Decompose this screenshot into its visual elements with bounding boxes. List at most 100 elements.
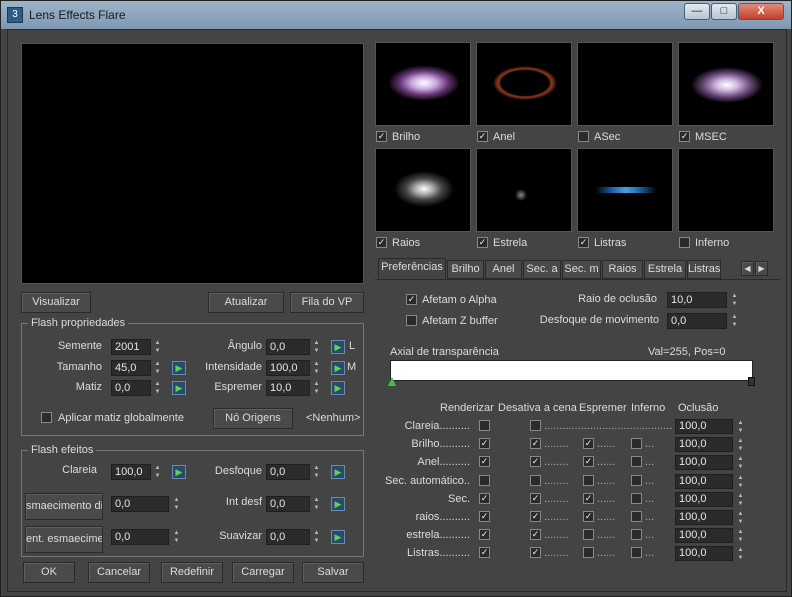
int-desf-input[interactable]: 0,0 <box>266 496 310 512</box>
suavizar-input[interactable]: 0,0 <box>266 529 310 545</box>
renderizar-checkbox[interactable]: ✓ <box>479 438 490 450</box>
inferno-checkbox[interactable] <box>631 438 642 450</box>
thumb-anel[interactable] <box>476 42 572 126</box>
desativa-cena-checkbox[interactable]: ✓ <box>530 547 541 559</box>
cancelar-button[interactable]: Cancelar <box>88 562 150 583</box>
suavizar-map-button[interactable]: ▶ <box>331 530 345 544</box>
matiz-map-button[interactable]: ▶ <box>172 381 186 395</box>
semente-spinner[interactable]: ▲ ▼ <box>153 339 162 355</box>
oclusao-input[interactable]: 100,0 <box>675 546 733 562</box>
desativa-cena-checkbox[interactable]: ✓ <box>530 438 541 450</box>
desativa-cena-checkbox[interactable]: ✓ <box>530 511 541 522</box>
inferno-checkbox[interactable] <box>631 492 642 504</box>
clareia-spinner[interactable]: ▲ ▼ <box>153 464 162 480</box>
desfoque-input[interactable]: 0,0 <box>266 464 310 480</box>
tab-listras[interactable]: Listras <box>687 260 721 279</box>
oclusao-spinner[interactable]: ▲ ▼ <box>736 510 745 526</box>
checkbox-brilho[interactable]: ✓ <box>376 131 387 142</box>
inferno-checkbox[interactable] <box>631 529 642 541</box>
matiz-spinner[interactable]: ▲ ▼ <box>153 380 162 396</box>
thumb-estrela[interactable] <box>476 148 572 232</box>
tab-anel[interactable]: Anel <box>485 260 522 279</box>
tamanho-spinner[interactable]: ▲ ▼ <box>153 360 162 376</box>
espremer-checkbox[interactable] <box>583 547 594 559</box>
checkbox-listras[interactable]: ✓ <box>578 237 589 248</box>
tab-estrela[interactable]: Estrela <box>644 260 686 279</box>
tab-brilho[interactable]: Brilho <box>447 260 484 279</box>
fila-vp-button[interactable]: Fila do VP <box>290 292 364 313</box>
espremer-checkbox[interactable]: ✓ <box>583 438 594 450</box>
checkbox-anel[interactable]: ✓ <box>477 131 488 142</box>
maximize-button[interactable]: □ <box>711 3 737 20</box>
renderizar-checkbox[interactable] <box>479 474 490 486</box>
atualizar-button[interactable]: Atualizar <box>208 292 284 313</box>
redefinir-button[interactable]: Redefinir <box>161 562 223 583</box>
tab-scroll-left-icon[interactable]: ◀ <box>741 261 754 276</box>
espremer-checkbox[interactable] <box>583 529 594 541</box>
renderizar-checkbox[interactable]: ✓ <box>479 456 490 468</box>
desfoque-spinner[interactable]: ▲ ▼ <box>312 464 321 480</box>
oclusao-spinner[interactable]: ▲ ▼ <box>736 546 745 562</box>
checkbox-inferno[interactable] <box>679 237 690 248</box>
angulo-map-button[interactable]: ▶ <box>331 340 345 354</box>
esmaecimento-centro-input[interactable]: 0,0 <box>111 529 169 545</box>
oclusao-spinner[interactable]: ▲ ▼ <box>736 419 745 435</box>
matiz-input[interactable]: 0,0 <box>111 380 151 396</box>
title-bar[interactable]: 3 Lens Effects Flare — □ X <box>1 1 791 29</box>
intensidade-input[interactable]: 100,0 <box>266 360 310 376</box>
salvar-button[interactable]: Salvar <box>302 562 364 583</box>
afetam-alpha-checkbox[interactable]: ✓ <box>406 294 417 305</box>
desfoque-map-button[interactable]: ▶ <box>331 465 345 479</box>
visualizar-button[interactable]: Visualizar <box>21 292 91 313</box>
renderizar-checkbox[interactable]: ✓ <box>479 511 490 522</box>
espremer-checkbox[interactable]: ✓ <box>583 492 594 504</box>
intensidade-map-button[interactable]: ▶ <box>331 361 345 375</box>
inferno-checkbox[interactable] <box>631 474 642 486</box>
tamanho-map-button[interactable]: ▶ <box>172 361 186 375</box>
tab-sec-m[interactable]: Sec. m <box>562 260 601 279</box>
thumb-raios[interactable] <box>375 148 471 232</box>
axial-gradient-bar[interactable] <box>390 360 753 381</box>
inferno-checkbox[interactable] <box>631 456 642 468</box>
oclusao-input[interactable]: 100,0 <box>675 510 733 525</box>
desativa-cena-checkbox[interactable]: ✓ <box>530 492 541 504</box>
esmaecimento-centro-spinner[interactable]: ▲ ▼ <box>172 529 181 545</box>
renderizar-checkbox[interactable] <box>479 420 490 431</box>
intensidade-spinner[interactable]: ▲ ▼ <box>312 360 321 376</box>
inferno-checkbox[interactable] <box>631 547 642 559</box>
esmaecimento-distancia-spinner[interactable]: ▲ ▼ <box>172 496 181 512</box>
espremer-checkbox[interactable]: ✓ <box>583 511 594 522</box>
checkbox-msec[interactable]: ✓ <box>679 131 690 142</box>
tab-sec-a[interactable]: Sec. a <box>523 260 561 279</box>
ok-button[interactable]: OK <box>23 562 75 583</box>
oclusao-input[interactable]: 100,0 <box>675 419 733 434</box>
oclusao-spinner[interactable]: ▲ ▼ <box>736 455 745 471</box>
gradient-end-flag[interactable] <box>748 377 755 386</box>
int-desf-spinner[interactable]: ▲ ▼ <box>312 496 321 512</box>
carregar-button[interactable]: Carregar <box>232 562 294 583</box>
thumb-inferno[interactable] <box>678 148 774 232</box>
tab-scroll-right-icon[interactable]: ▶ <box>755 261 768 276</box>
esmaecimento-distancia-input[interactable]: 0,0 <box>111 496 169 512</box>
aplicar-matiz-checkbox[interactable] <box>41 412 52 423</box>
esmaecimento-centro-button[interactable]: ent. esmaecimen <box>25 526 103 553</box>
oclusao-spinner[interactable]: ▲ ▼ <box>736 437 745 453</box>
oclusao-spinner[interactable]: ▲ ▼ <box>736 528 745 544</box>
tab-prefer-ncias[interactable]: Preferências <box>378 258 446 279</box>
no-origens-button[interactable]: Nó Origens <box>213 408 293 429</box>
espremer-spinner[interactable]: ▲ ▼ <box>312 380 321 396</box>
tamanho-input[interactable]: 45,0 <box>111 360 151 376</box>
close-button[interactable]: X <box>738 3 784 20</box>
tab-raios[interactable]: Raios <box>602 260 643 279</box>
raio-oclusao-input[interactable]: 10,0 <box>667 292 727 308</box>
desativa-cena-checkbox[interactable] <box>530 420 541 431</box>
desativa-cena-checkbox[interactable]: ✓ <box>530 529 541 541</box>
afetam-z-checkbox[interactable] <box>406 315 417 326</box>
thumb-msec[interactable] <box>678 42 774 126</box>
renderizar-checkbox[interactable]: ✓ <box>479 547 490 559</box>
desativa-cena-checkbox[interactable] <box>530 474 541 486</box>
lock-l[interactable]: L <box>349 340 355 352</box>
oclusao-input[interactable]: 100,0 <box>675 455 733 471</box>
angulo-spinner[interactable]: ▲ ▼ <box>312 339 321 355</box>
oclusao-input[interactable]: 100,0 <box>675 473 733 489</box>
